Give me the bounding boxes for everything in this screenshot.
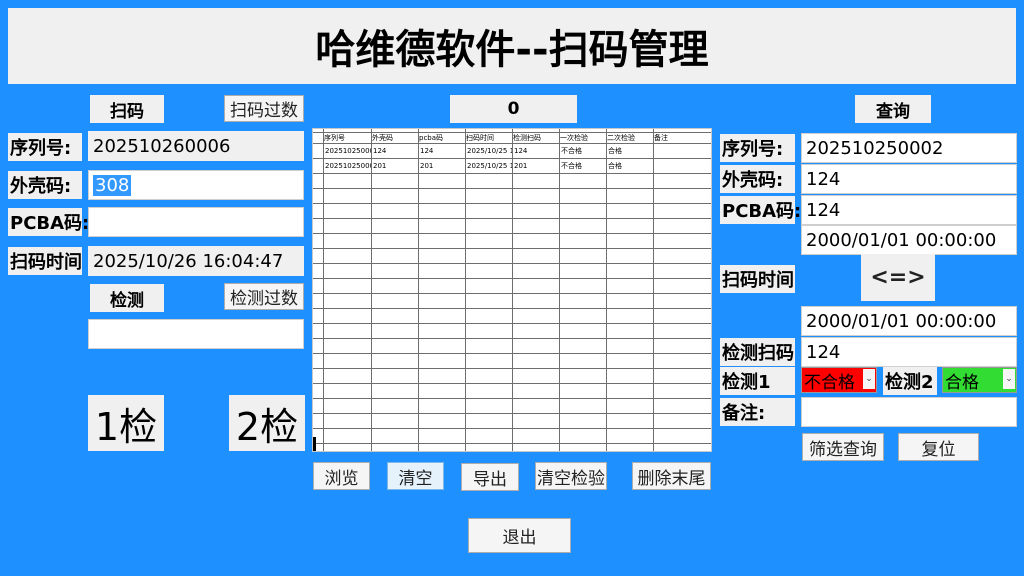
table-cell[interactable]: 20251025000	[325, 161, 371, 171]
clear-button[interactable]: 清空	[387, 462, 444, 490]
inspect1-value: 不合格	[804, 372, 855, 393]
query-shell-field[interactable]: 124	[801, 164, 1017, 194]
scan-over-count-button[interactable]: 扫码过数	[224, 95, 304, 122]
table-cell[interactable]: 201	[420, 161, 465, 171]
inspect2-select[interactable]: 合格 ⌄	[942, 367, 1017, 393]
reset-button[interactable]: 复位	[898, 433, 979, 461]
table-cell[interactable]: 124	[420, 146, 465, 156]
column-header-serial[interactable]: 序列号	[324, 133, 371, 143]
table-cell[interactable]: 不合格	[561, 161, 606, 171]
delete-tail-button[interactable]: 删除末尾	[632, 462, 711, 490]
table-cell[interactable]: 201	[373, 161, 418, 171]
shell-label: 外壳码:	[8, 171, 82, 199]
table-cell[interactable]: 124	[373, 146, 418, 156]
query-time-start-field[interactable]: 2000/01/01 00:00:00	[801, 225, 1017, 255]
inspect1-select[interactable]: 不合格 ⌄	[801, 367, 877, 393]
table-gridlines	[313, 129, 711, 451]
clear-inspect-button[interactable]: 清空检验	[535, 462, 607, 490]
inspect-button[interactable]: 检测	[90, 284, 164, 312]
table-cell[interactable]: 2025/10/25 1	[467, 146, 512, 156]
table-cell[interactable]: 2025/10/25 1	[467, 161, 512, 171]
inspect2-label: 检测2	[883, 367, 937, 395]
query-button[interactable]: 查询	[855, 95, 931, 123]
browse-button[interactable]: 浏览	[313, 462, 370, 490]
shell-value: 308	[93, 174, 132, 196]
inspect1-label: 检测1	[720, 367, 795, 395]
shell-field[interactable]: 308	[88, 170, 304, 200]
chevron-down-icon: ⌄	[863, 369, 875, 389]
table-cell[interactable]: 201	[514, 161, 559, 171]
inspect-input[interactable]	[88, 319, 304, 349]
scan-time-field[interactable]: 2025/10/26 16:04:47	[88, 246, 304, 276]
inspect-scan-field[interactable]: 124	[801, 337, 1017, 367]
table-cell[interactable]: 合格	[608, 161, 653, 171]
query-pcba-field[interactable]: 124	[801, 195, 1017, 225]
query-pcba-label: PCBA码:	[720, 196, 801, 224]
time-compare-button[interactable]: <=>	[861, 254, 935, 301]
filter-query-button[interactable]: 筛选查询	[802, 433, 884, 461]
table-cell[interactable]: 124	[514, 146, 559, 156]
column-header-shell[interactable]: 外壳码	[372, 133, 418, 143]
column-header-note[interactable]: 备注	[654, 133, 700, 143]
scan-count-display: 0	[450, 95, 577, 123]
query-serial-field[interactable]: 202510250002	[801, 133, 1017, 163]
column-header-inspect-scan[interactable]: 检测扫码	[513, 133, 559, 143]
app-title: 哈维德软件--扫码管理	[8, 8, 1016, 84]
table-cell[interactable]: 不合格	[561, 146, 606, 156]
chevron-down-icon: ⌄	[1003, 369, 1015, 389]
query-serial-label: 序列号:	[720, 134, 795, 162]
table-cell[interactable]: 合格	[608, 146, 653, 156]
inspect-over-count-button[interactable]: 检测过数	[224, 283, 304, 310]
query-time-label: 扫码时间	[720, 265, 795, 293]
inspect2-value: 合格	[945, 372, 979, 393]
column-header-second-check[interactable]: 二次检验	[607, 133, 653, 143]
records-table[interactable]: 序列号 外壳码 pcba码 扫码时间 检测扫码 一次检验 二次检验 备注 202…	[312, 128, 712, 452]
serial-label: 序列号:	[8, 133, 82, 161]
column-header-scan-time[interactable]: 扫码时间	[466, 133, 512, 143]
query-shell-label: 外壳码:	[720, 165, 795, 193]
inspect-scan-label: 检测扫码	[720, 338, 795, 366]
note-field[interactable]	[801, 397, 1017, 427]
query-time-end-field[interactable]: 2000/01/01 00:00:00	[801, 306, 1017, 336]
exit-button[interactable]: 退出	[468, 518, 571, 553]
export-button[interactable]: 导出	[461, 463, 519, 491]
pcba-field[interactable]	[88, 207, 304, 237]
note-label: 备注:	[720, 398, 795, 426]
scan-time-label: 扫码时间	[8, 247, 82, 275]
pcba-label: PCBA码:	[8, 208, 89, 236]
table-cell[interactable]: 20251025000	[325, 146, 371, 156]
column-header-pcba[interactable]: pcba码	[419, 133, 465, 143]
scan-button[interactable]: 扫码	[90, 95, 164, 123]
serial-field[interactable]: 202510260006	[88, 131, 304, 161]
column-header-first-check[interactable]: 一次检验	[560, 133, 606, 143]
first-inspect-button[interactable]: 1检	[88, 395, 164, 451]
second-inspect-button[interactable]: 2检	[229, 395, 305, 451]
